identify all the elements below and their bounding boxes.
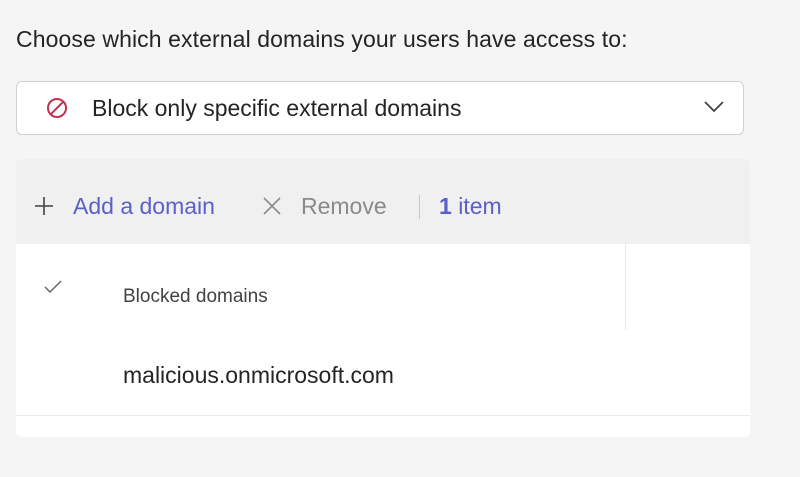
close-icon [263, 197, 281, 215]
block-icon [47, 98, 67, 118]
item-count: 1 item [439, 193, 502, 220]
item-count-number: 1 [439, 193, 452, 219]
add-icon[interactable] [34, 196, 54, 216]
remove-button: Remove [301, 193, 387, 219]
toolbar-divider [419, 195, 420, 219]
table-header: Blocked domains [16, 244, 750, 330]
external-access-dropdown[interactable]: Block only specific external domains [16, 81, 744, 135]
access-prompt-label: Choose which external domains your users… [16, 26, 628, 52]
item-count-suffix: item [458, 193, 502, 219]
table-row[interactable]: malicious.onmicrosoft.com [16, 330, 750, 416]
add-domain-button[interactable]: Add a domain [73, 193, 215, 220]
dropdown-selected-value: Block only specific external domains [92, 95, 462, 121]
column-divider[interactable] [625, 244, 626, 330]
domains-panel: Add a domain Remove 1 item Blocked domai… [16, 159, 750, 437]
select-all-checkmark-icon[interactable] [44, 280, 62, 294]
domains-toolbar: Add a domain Remove 1 item [16, 159, 750, 244]
chevron-down-icon[interactable] [703, 99, 725, 115]
column-header-blocked-domains[interactable]: Blocked domains [123, 286, 268, 308]
domain-cell: malicious.onmicrosoft.com [123, 362, 394, 388]
